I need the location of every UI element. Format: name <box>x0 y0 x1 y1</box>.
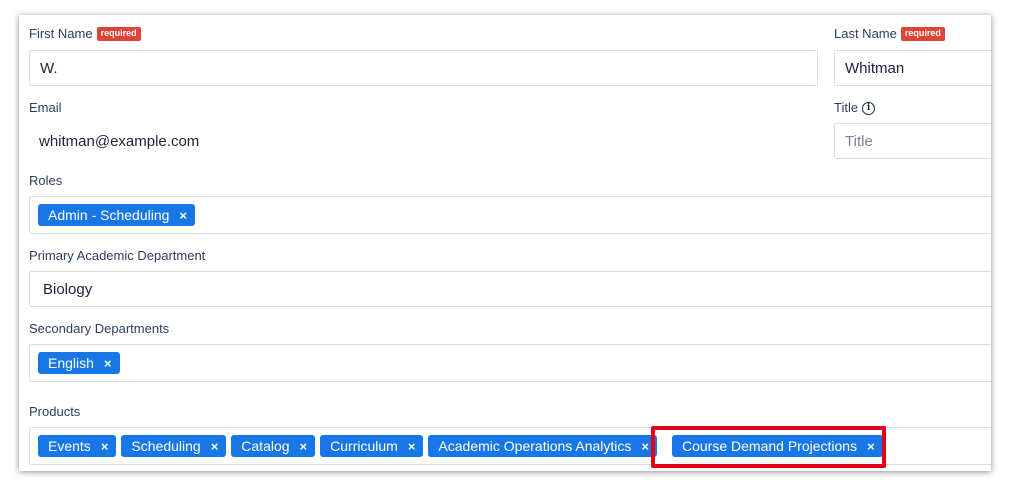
primary-department-select[interactable]: Biology <box>29 271 991 307</box>
remove-tag-icon[interactable]: × <box>408 440 416 453</box>
secondary-departments-label-text: Secondary Departments <box>29 321 170 336</box>
product-tag-label: Course Demand Projections <box>682 438 858 454</box>
product-tag-highlighted: Course Demand Projections × <box>672 435 883 457</box>
roles-multiselect[interactable]: Admin - Scheduling × <box>29 196 991 234</box>
product-tag: Academic Operations Analytics × <box>428 435 657 457</box>
title-label-text: Title <box>834 100 859 115</box>
roles-label-text: Roles <box>29 173 63 188</box>
title-placeholder: Title <box>845 132 873 150</box>
required-badge: required <box>96 27 141 41</box>
last-name-label-text: Last Name <box>834 26 897 41</box>
secondary-departments-multiselect[interactable]: English × <box>29 344 991 382</box>
product-tag: Events × <box>38 435 117 457</box>
remove-tag-icon[interactable]: × <box>101 440 109 453</box>
email-label-text: Email <box>29 100 62 115</box>
product-tag-label: Catalog <box>241 438 290 454</box>
role-tag: Admin - Scheduling × <box>38 204 195 226</box>
remove-tag-icon[interactable]: × <box>867 440 875 453</box>
department-tag-label: English <box>48 355 94 371</box>
product-tag: Scheduling × <box>121 435 227 457</box>
last-name-label: Last Name required <box>834 26 945 42</box>
first-name-value: W. <box>40 59 58 77</box>
department-tag: English × <box>38 352 120 374</box>
remove-tag-icon[interactable]: × <box>641 440 649 453</box>
product-tag: Catalog × <box>231 435 316 457</box>
email-input[interactable]: whitman@example.com <box>28 123 817 159</box>
remove-tag-icon[interactable]: × <box>211 440 219 453</box>
primary-department-label-text: Primary Academic Department <box>29 248 206 263</box>
info-circle-icon[interactable]: i <box>862 101 876 115</box>
title-label: Title i <box>834 100 876 116</box>
title-input[interactable]: Title <box>834 123 991 159</box>
product-tag-label: Scheduling <box>131 438 201 454</box>
roles-label: Roles <box>29 173 62 189</box>
first-name-label: First Name required <box>29 26 141 42</box>
first-name-input[interactable]: W. <box>29 50 818 86</box>
product-tag: Curriculum × <box>320 435 424 457</box>
primary-department-value: Biology <box>43 280 93 298</box>
email-label: Email <box>29 100 62 116</box>
required-badge: required <box>900 27 945 41</box>
role-tag-label: Admin - Scheduling <box>48 207 170 223</box>
last-name-value: Whitman <box>845 59 905 77</box>
secondary-departments-label: Secondary Departments <box>29 321 169 337</box>
primary-department-label: Primary Academic Department <box>29 248 205 264</box>
remove-tag-icon[interactable]: × <box>179 209 187 222</box>
user-edit-form: First Name required W. Last Name require… <box>19 15 991 471</box>
email-value: whitman@example.com <box>39 132 200 150</box>
product-tag-label: Curriculum <box>330 438 398 454</box>
products-label: Products <box>29 404 80 420</box>
product-tag-label: Academic Operations Analytics <box>438 438 632 454</box>
remove-tag-icon[interactable]: × <box>104 357 112 370</box>
products-multiselect[interactable]: Events × Scheduling × Catalog × Curricul… <box>29 427 991 465</box>
first-name-label-text: First Name <box>29 26 93 41</box>
last-name-input[interactable]: Whitman <box>834 50 991 86</box>
products-label-text: Products <box>29 404 81 419</box>
remove-tag-icon[interactable]: × <box>300 440 308 453</box>
product-tag-label: Events <box>48 438 91 454</box>
